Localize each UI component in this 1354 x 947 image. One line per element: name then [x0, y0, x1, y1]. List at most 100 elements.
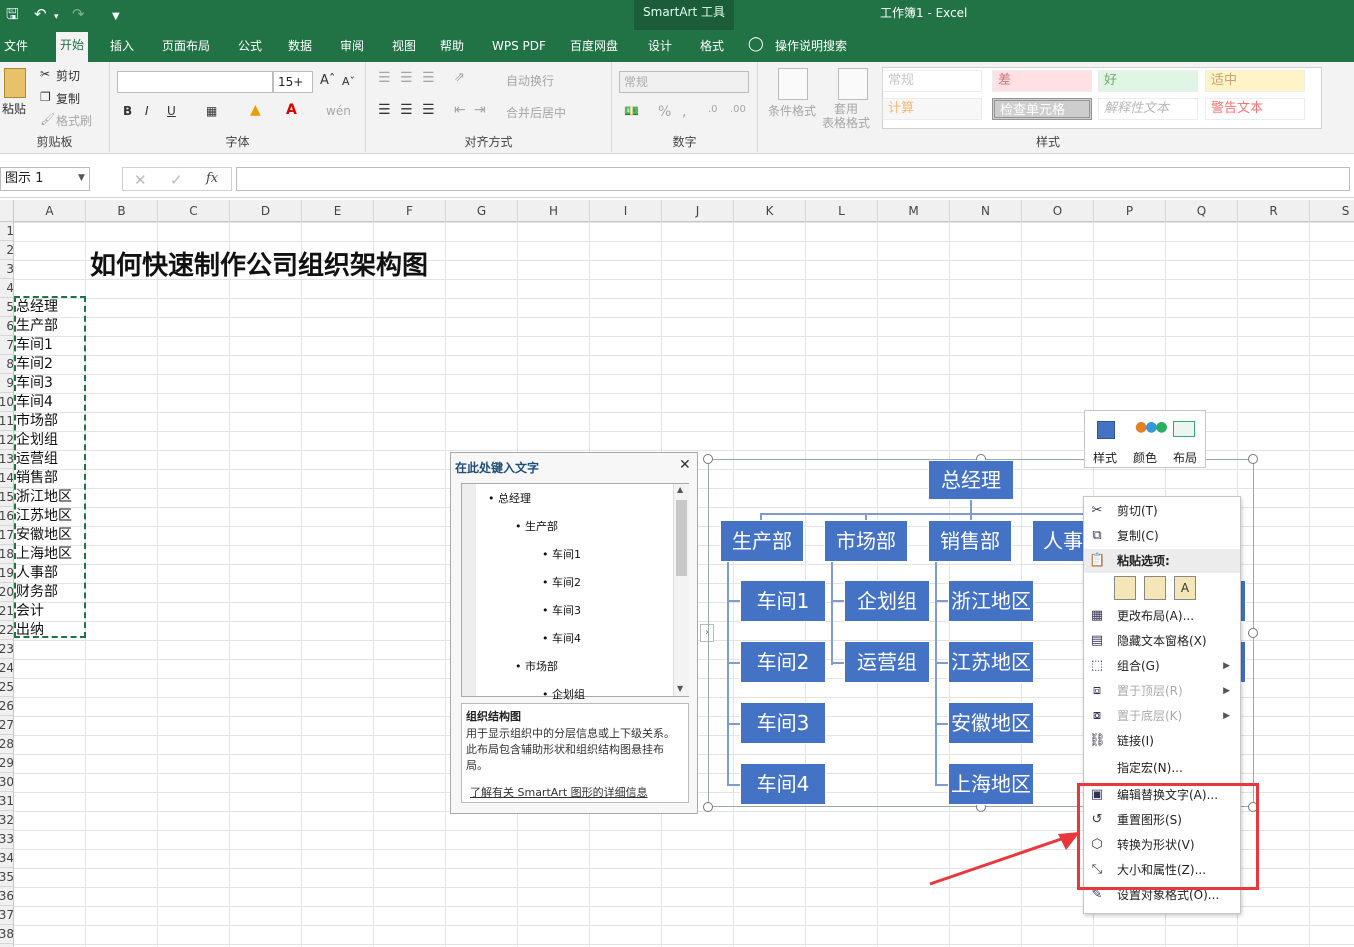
merge-center-button[interactable]: 合并后居中 — [506, 104, 566, 121]
row-31[interactable]: 31 — [0, 792, 13, 811]
resize-handle[interactable] — [703, 802, 713, 812]
text-pane-bullet[interactable]: • 车间2 — [542, 574, 581, 590]
menu-item-4[interactable]: ▤ 隐藏文本窗格(X) — [1084, 629, 1240, 653]
paste-keep-icon[interactable] — [1114, 576, 1136, 600]
org-node-workshop[interactable]: 车间1 — [740, 580, 826, 622]
formula-input[interactable] — [236, 167, 1350, 191]
menu-item-8[interactable]: ⛓ 链接(I) — [1084, 729, 1240, 753]
conditional-format-button[interactable]: 条件格式 — [768, 102, 816, 119]
resize-handle[interactable] — [1248, 628, 1258, 638]
row-11[interactable]: 11 — [0, 412, 13, 431]
cell-style-6[interactable]: 解释性文本 — [1098, 98, 1198, 120]
row-10[interactable]: 10 — [0, 393, 13, 412]
align-middle-icon[interactable]: ☰ — [400, 70, 413, 86]
row-19[interactable]: 19 — [0, 564, 13, 583]
tab-6[interactable]: 审阅 — [336, 32, 368, 62]
underline-button[interactable]: U — [167, 104, 176, 118]
row-9[interactable]: 9 — [0, 374, 13, 393]
menu-item-3[interactable]: ▦ 更改布局(A)... — [1084, 604, 1240, 628]
row-25[interactable]: 25 — [0, 678, 13, 697]
scrollbar-thumb[interactable] — [676, 500, 687, 576]
grow-font-icon[interactable]: Aˆ — [320, 73, 335, 88]
number-format-select[interactable]: 常规 — [619, 71, 749, 93]
org-node-level2[interactable]: 销售部 — [928, 520, 1012, 562]
copy-button[interactable]: 复制 — [56, 90, 80, 107]
row-16[interactable]: 16 — [0, 507, 13, 526]
align-top-icon[interactable]: ☰ — [378, 70, 391, 86]
row-6[interactable]: 6 — [0, 317, 13, 336]
row-38[interactable]: 38 — [0, 925, 13, 944]
wrap-text-button[interactable]: 自动换行 — [506, 72, 554, 89]
column-K[interactable]: K — [734, 200, 806, 222]
save-icon[interactable]: 🖫 — [6, 5, 19, 23]
cell-style-0[interactable]: 常规 — [882, 70, 982, 92]
scroll-down-icon[interactable]: ▼ — [677, 684, 683, 693]
paste-button[interactable]: 粘贴 — [2, 100, 26, 117]
column-F[interactable]: F — [374, 200, 446, 222]
font-name-input[interactable] — [117, 71, 273, 93]
comma-button[interactable]: , — [682, 104, 686, 120]
column-D[interactable]: D — [230, 200, 302, 222]
align-bottom-icon[interactable]: ☰ — [422, 70, 435, 86]
column-L[interactable]: L — [806, 200, 878, 222]
fill-color-icon[interactable]: ▲ — [250, 102, 261, 118]
row-18[interactable]: 18 — [0, 545, 13, 564]
cell-style-5[interactable]: 检查单元格 — [992, 98, 1092, 120]
increase-decimal-icon[interactable]: .0 — [708, 104, 718, 115]
row-24[interactable]: 24 — [0, 659, 13, 678]
org-node-workshop[interactable]: 车间4 — [740, 763, 826, 805]
undo-dropdown-icon[interactable]: ▾ — [54, 8, 59, 26]
name-box[interactable]: 图示 1 — [0, 167, 90, 191]
layout-icon[interactable] — [1173, 421, 1195, 437]
row-23[interactable]: 23 — [0, 640, 13, 659]
text-pane-bullet[interactable]: • 市场部 — [515, 658, 558, 674]
org-node-workshop[interactable]: 车间3 — [740, 702, 826, 744]
menu-item-0[interactable]: ✂ 剪切(T) — [1084, 499, 1240, 523]
org-node-top[interactable]: 总经理 — [928, 460, 1014, 500]
decrease-decimal-icon[interactable]: .00 — [730, 104, 746, 115]
org-node-sales-region[interactable]: 上海地区 — [948, 763, 1034, 805]
insert-function-button[interactable]: fx — [206, 171, 218, 186]
org-node-sales-region[interactable]: 浙江地区 — [948, 580, 1034, 622]
column-M[interactable]: M — [878, 200, 950, 222]
text-pane-bullet[interactable]: • 企划组 — [542, 686, 585, 702]
row-36[interactable]: 36 — [0, 887, 13, 906]
row-3[interactable]: 3 — [0, 260, 13, 279]
style-button[interactable]: 样式 — [1093, 449, 1117, 466]
column-P[interactable]: P — [1094, 200, 1166, 222]
cell-style-1[interactable]: 差 — [992, 70, 1092, 92]
row-15[interactable]: 15 — [0, 488, 13, 507]
conditional-format-icon[interactable] — [778, 68, 808, 100]
column-G[interactable]: G — [446, 200, 518, 222]
row-34[interactable]: 34 — [0, 849, 13, 868]
text-pane-bullet[interactable]: • 车间4 — [542, 630, 581, 646]
row-13[interactable]: 13 — [0, 450, 13, 469]
org-node-level2[interactable]: 生产部 — [720, 520, 804, 562]
row-27[interactable]: 27 — [0, 716, 13, 735]
layout-button[interactable]: 布局 — [1173, 449, 1197, 466]
row-17[interactable]: 17 — [0, 526, 13, 545]
column-S[interactable]: S — [1310, 200, 1354, 222]
row-28[interactable]: 28 — [0, 735, 13, 754]
increase-indent-icon[interactable]: ⇥ — [474, 102, 486, 118]
font-size-input[interactable]: 15+ — [273, 71, 313, 93]
bold-button[interactable]: B — [123, 104, 132, 118]
tab-2[interactable]: 插入 — [106, 32, 138, 62]
row-29[interactable]: 29 — [0, 754, 13, 773]
column-H[interactable]: H — [518, 200, 590, 222]
cell-style-3[interactable]: 适中 — [1205, 70, 1305, 92]
border-icon[interactable]: ▦ — [206, 104, 217, 118]
tab-8[interactable]: 帮助 — [436, 32, 468, 62]
row-20[interactable]: 20 — [0, 583, 13, 602]
tab-5[interactable]: 数据 — [284, 32, 316, 62]
tab-3[interactable]: 页面布局 — [158, 32, 214, 62]
column-B[interactable]: B — [86, 200, 158, 222]
row-32[interactable]: 32 — [0, 811, 13, 830]
column-Q[interactable]: Q — [1166, 200, 1238, 222]
row-1[interactable]: 1 — [0, 222, 13, 241]
tab-0[interactable]: 文件 — [0, 32, 32, 62]
row-8[interactable]: 8 — [0, 355, 13, 374]
row-30[interactable]: 30 — [0, 773, 13, 792]
paste-icon[interactable] — [4, 68, 26, 98]
align-right-icon[interactable]: ☰ — [422, 102, 435, 118]
